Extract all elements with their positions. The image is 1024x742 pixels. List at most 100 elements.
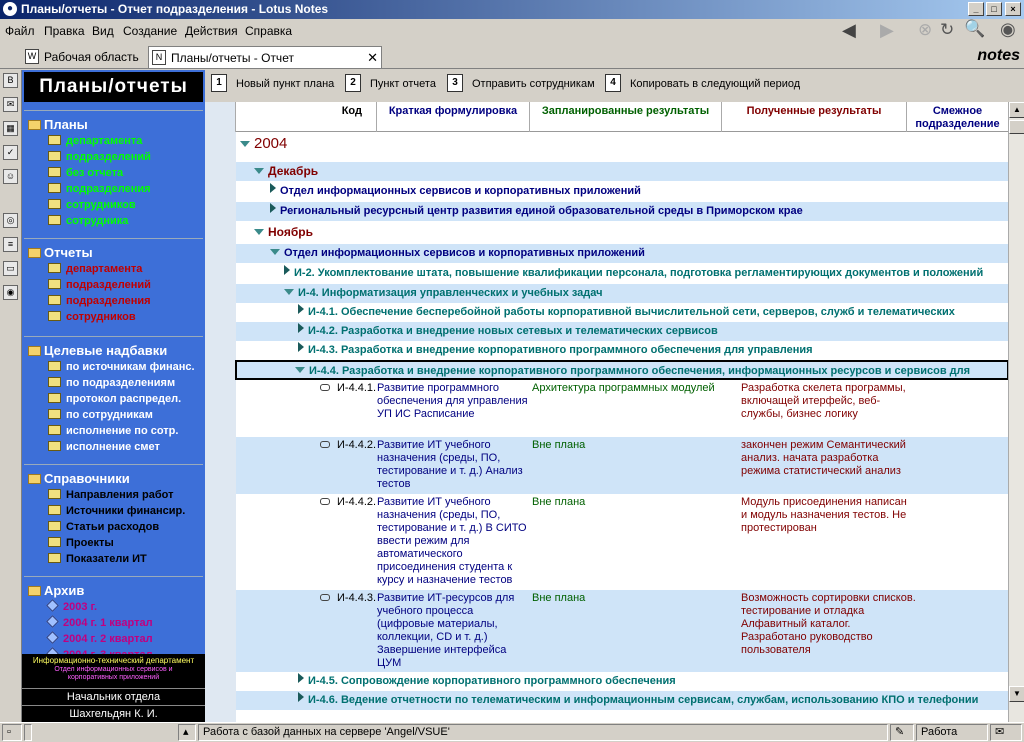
nav-section-references-header[interactable]: Справочники — [28, 471, 130, 486]
nav-item[interactable]: исполнение по сотр. — [48, 425, 178, 437]
nav-item[interactable]: Показатели ИТ — [48, 553, 147, 565]
nav-section-plans-header[interactable]: Планы — [28, 117, 88, 132]
nav-item-label: 2004 г. 1 квартал — [63, 617, 153, 629]
nav-item[interactable]: сотрудника — [48, 215, 128, 227]
bookmark-folder-icon[interactable]: ▭ — [3, 261, 18, 276]
column-header-code[interactable]: Код — [236, 102, 377, 132]
nav-section-bonuses-header[interactable]: Целевые надбавки — [28, 343, 167, 358]
nav-item[interactable]: по источникам финанс. — [48, 361, 195, 373]
nav-item[interactable]: подразделения — [48, 295, 151, 307]
nav-item[interactable]: подразделений — [48, 151, 151, 163]
scroll-down-icon[interactable]: ▼ — [1009, 686, 1024, 702]
nav-item[interactable]: протокол распредел. — [48, 393, 181, 405]
scroll-up-icon[interactable]: ▲ — [1009, 102, 1024, 118]
category-task[interactable]: И-4. Информатизация управленческих и уче… — [236, 284, 1008, 303]
minimize-button[interactable]: _ — [968, 2, 984, 16]
category-subtask[interactable]: И-4.3. Разработка и внедрение корпоратив… — [236, 341, 1008, 360]
category-subtask-label: И-4.2. Разработка и внедрение новых сете… — [308, 325, 718, 337]
menu-actions[interactable]: Действия — [185, 24, 238, 38]
category-unit[interactable]: Отдел информационных сервисов и корпорат… — [236, 244, 1008, 263]
new-plan-item-button[interactable]: Новый пункт плана — [236, 78, 334, 90]
nav-item[interactable]: Проекты — [48, 537, 114, 549]
nav-item[interactable]: 2004 г. 1 квартал — [46, 615, 153, 629]
nav-item[interactable]: департамента — [48, 263, 142, 275]
category-subtask[interactable]: И-4.1. Обеспечение бесперебойной работы … — [236, 303, 1008, 322]
nav-item[interactable]: по сотрудникам — [48, 409, 153, 421]
category-subtask-selected[interactable]: И-4.4. Разработка и внедрение корпоратив… — [235, 360, 1009, 380]
category-unit[interactable]: Отдел информационных сервисов и корпорат… — [236, 182, 1008, 201]
table-row[interactable]: И-4.4.2. Развитие ИТ учебного назначения… — [236, 437, 1008, 494]
action-1-icon: 1 — [211, 74, 227, 92]
nav-item[interactable]: по подразделениям — [48, 377, 175, 389]
tab-workspace[interactable]: W Рабочая область — [22, 46, 140, 68]
category-subtask[interactable]: И-4.5. Сопровождение корпоративного прог… — [236, 672, 1008, 691]
search-icon[interactable]: 🔍 — [964, 19, 985, 39]
category-unit[interactable]: Региональный ресурсный центр развития ед… — [236, 202, 1008, 221]
status-mini-pane[interactable] — [24, 724, 32, 741]
nav-section-reports-header[interactable]: Отчеты — [28, 245, 93, 260]
send-to-employees-button[interactable]: Отправить сотрудникам — [472, 78, 595, 90]
bookmark-calendar-icon[interactable]: ▦ — [3, 121, 18, 136]
table-row[interactable]: И-4.4.3. Развитие ИТ-ресурсов для учебно… — [236, 590, 1008, 672]
bookmark-home-icon[interactable]: B — [3, 73, 18, 88]
bookmark-web-icon[interactable]: ◉ — [3, 285, 18, 300]
bookmark-contacts-icon[interactable]: ☺ — [3, 169, 18, 184]
table-row[interactable]: И-4.4.1. Развитие программного обеспечен… — [236, 380, 1008, 437]
category-task[interactable]: И-2. Укомплектование штата, повышение кв… — [236, 264, 1008, 283]
column-header-adjacent[interactable]: Смежное подразделение — [907, 102, 1008, 132]
nav-item[interactable]: департамента — [48, 135, 142, 147]
stop-icon[interactable]: ⊗ — [918, 20, 932, 40]
column-header-results[interactable]: Полученные результаты — [722, 102, 907, 132]
menu-edit[interactable]: Правка — [44, 24, 85, 38]
nav-item[interactable]: исполнение смет — [48, 441, 160, 453]
nav-item[interactable]: Источники финансир. — [48, 505, 185, 517]
nav-item[interactable]: 2004 г. 2 квартал — [46, 631, 153, 645]
copy-to-next-period-button[interactable]: Копировать в следующий период — [630, 78, 800, 90]
bookmark-replicator-icon[interactable]: ◎ — [3, 213, 18, 228]
nav-item-label: департамента — [66, 263, 143, 275]
status-location-mode[interactable]: Работа — [916, 724, 988, 741]
nav-item-label: Источники финансир. — [66, 505, 186, 517]
category-month[interactable]: Ноябрь — [236, 223, 1008, 242]
close-tab-icon[interactable]: ✕ — [367, 47, 378, 69]
category-year[interactable]: 2004 — [236, 135, 1008, 157]
status-arrow-icon[interactable]: ▴ — [178, 724, 196, 741]
table-row[interactable]: И-4.4.2. Развитие ИТ учебного назначения… — [236, 494, 1008, 590]
nav-item[interactable]: без отчета — [48, 167, 123, 179]
category-month[interactable]: Декабрь — [236, 162, 1008, 181]
close-window-button[interactable]: × — [1005, 2, 1021, 16]
menu-create[interactable]: Создание — [123, 24, 177, 38]
nav-item[interactable]: Статьи расходов — [48, 521, 159, 533]
category-subtask[interactable]: И-4.6. Ведение отчетности по телематичес… — [236, 691, 1008, 710]
column-header-summary[interactable]: Краткая формулировка — [377, 102, 530, 132]
status-inbox-icon[interactable]: ✉ — [990, 724, 1022, 741]
category-subtask[interactable]: И-4.2. Разработка и внедрение новых сете… — [236, 322, 1008, 341]
back-arrow-icon[interactable]: ◀ — [842, 20, 856, 41]
nav-item[interactable]: 2003 г. — [46, 599, 97, 613]
bookmark-databases-icon[interactable]: ≡ — [3, 237, 18, 252]
nav-item[interactable]: подразделений — [48, 279, 151, 291]
status-location-icon[interactable]: ✎ — [890, 724, 914, 741]
vertical-scrollbar[interactable]: ▲ ▼ — [1008, 102, 1024, 722]
column-header-planned[interactable]: Запланированные результаты — [530, 102, 722, 132]
status-lock-icon[interactable]: ▫ — [2, 724, 22, 741]
menu-help[interactable]: Справка — [245, 24, 292, 38]
report-item-button[interactable]: Пункт отчета — [370, 78, 436, 90]
menu-file[interactable]: Файл — [5, 24, 35, 38]
nav-item[interactable]: подразделения — [48, 183, 151, 195]
maximize-button[interactable]: □ — [986, 2, 1002, 16]
menu-view[interactable]: Вид — [92, 24, 114, 38]
nav-item[interactable]: сотрудников — [48, 199, 136, 211]
nav-item[interactable]: сотрудников — [48, 311, 136, 323]
tab-plans-report[interactable]: N Планы/отчеты - Отчет подразделения ✕ — [148, 46, 382, 87]
globe-icon[interactable]: ◉ — [1000, 19, 1016, 40]
status-message[interactable]: Работа с базой данных на сервере 'Angel/… — [198, 724, 888, 741]
scroll-thumb[interactable] — [1009, 120, 1024, 134]
nav-item[interactable]: Направления работ — [48, 489, 173, 501]
forward-arrow-icon[interactable]: ▶ — [880, 20, 894, 41]
refresh-icon[interactable]: ↻ — [940, 20, 954, 40]
bookmark-todo-icon[interactable]: ✓ — [3, 145, 18, 160]
nav-item-label: Показатели ИТ — [66, 553, 147, 565]
bookmark-mail-icon[interactable]: ✉ — [3, 97, 18, 112]
nav-section-archive-header[interactable]: Архив — [28, 583, 84, 598]
